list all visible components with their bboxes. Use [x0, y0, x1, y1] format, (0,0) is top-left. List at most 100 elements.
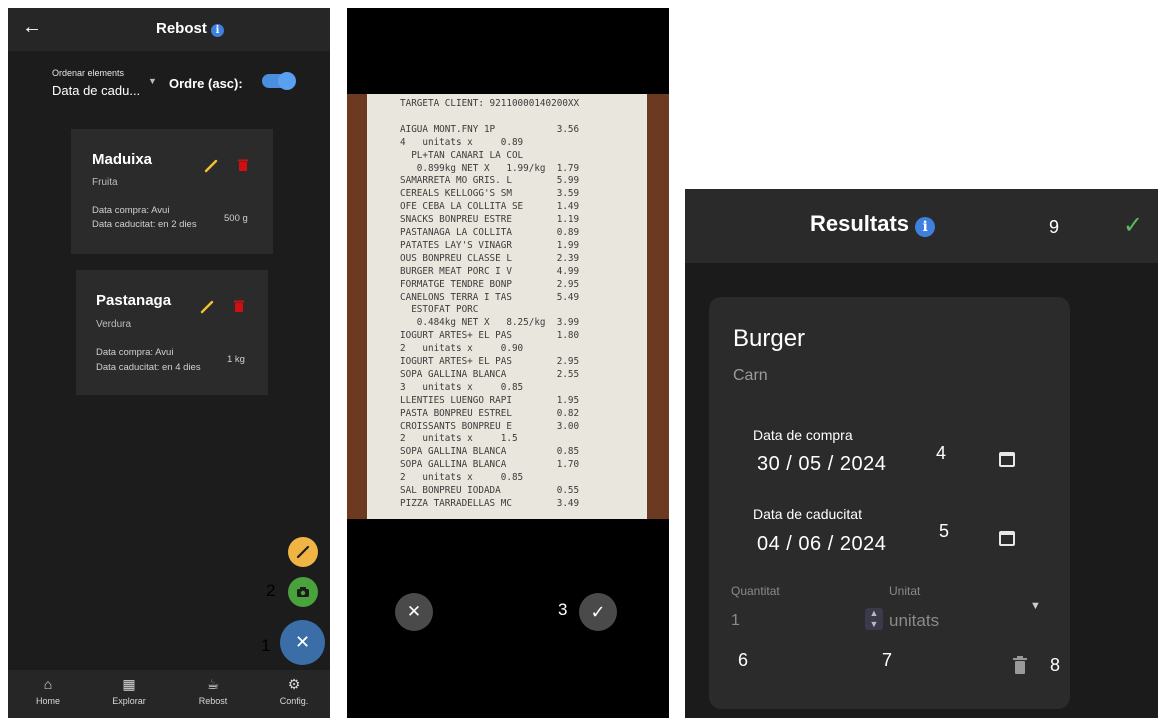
annotation-5: 5	[939, 521, 950, 541]
product-name: Burger	[733, 325, 806, 352]
bottom-nav: ⌂ Home ▦ Explorar ☕ Rebost ⚙ Config.	[8, 670, 330, 718]
nav-rebost[interactable]: ☕ Rebost	[183, 676, 243, 706]
expiry-date-label: Data de caducitat	[753, 506, 862, 522]
receipt-line: 0.899kg NET X 1.99/kg 1.79	[400, 162, 580, 174]
page-title: Rebost i	[156, 20, 225, 37]
expiry-date-field[interactable]: 04 / 06 / 2024	[757, 533, 886, 556]
receipt-line: LLENTIES LUENGO RAPI 1.95	[400, 394, 580, 406]
receipt-line: SAMARRETA MO GRIS. L 5.99	[400, 175, 580, 187]
camera-fab[interactable]	[288, 577, 318, 607]
item-expiry-date: Data caducitat: en 4 dies	[96, 362, 201, 373]
quantity-input[interactable]: 1	[731, 612, 740, 630]
nav-config[interactable]: ⚙ Config.	[264, 676, 324, 706]
annotation-3: 3	[558, 600, 568, 619]
receipt-line: PASTA BONPREU ESTREL 0.82	[400, 407, 580, 419]
home-icon: ⌂	[43, 676, 53, 692]
receipt-line: CEREALS KELLOGG'S SM 3.59	[400, 188, 580, 200]
receipt-line: 0.484kg NET X 8.25/kg 3.99	[400, 317, 580, 329]
receipt-line: TARGETA CLIENT: 92110000140200XX	[400, 98, 580, 109]
settings-icon: ⚙	[287, 676, 301, 692]
annotation-9: 9	[1049, 217, 1060, 237]
receipt-line: 2 unitats x 0.85	[400, 472, 524, 484]
receipt-line: SNACKS BONPREU ESTRE 1.19	[400, 214, 580, 226]
confirm-button[interactable]: ✓	[579, 593, 617, 631]
trash-icon[interactable]	[1012, 656, 1028, 675]
cancel-button[interactable]: ✕	[395, 593, 433, 631]
annotation-8: 8	[1050, 655, 1061, 675]
nav-explorar[interactable]: ▦ Explorar	[99, 676, 159, 706]
annotation-1: 1	[261, 636, 271, 655]
annotation-4: 4	[936, 443, 947, 463]
close-fab[interactable]: ✕	[280, 620, 325, 665]
back-arrow-icon[interactable]: ←	[22, 16, 42, 39]
unit-select[interactable]: unitats	[889, 611, 939, 631]
receipt-line: 3 unitats x 0.85	[400, 381, 524, 393]
product-category: Carn	[733, 367, 768, 384]
edit-fab[interactable]	[288, 537, 318, 567]
sort-label: Ordenar elements	[52, 68, 125, 78]
receipt-line: BURGER MEAT PORC I V 4.99	[400, 265, 580, 277]
item-name: Pastanaga	[96, 292, 172, 309]
receipt-line: SOPA GALLINA BLANCA 1.70	[400, 459, 580, 471]
chevron-down-icon[interactable]: ▼	[1030, 600, 1041, 612]
order-toggle[interactable]	[262, 72, 296, 90]
receipt-line: OUS BONPREU CLASSE L 2.39	[400, 252, 580, 264]
pantry-screen: ← Rebost i Ordenar elements Data de cadu…	[8, 8, 330, 718]
close-icon: ✕	[406, 602, 422, 621]
receipt-line: IOGURT ARTES+ EL PAS 2.95	[400, 356, 580, 367]
delete-icon[interactable]	[237, 158, 249, 172]
pantry-icon: ☕	[206, 676, 220, 692]
receipt-line: SAL BONPREU IODADA 0.55	[400, 485, 580, 496]
item-name: Maduixa	[92, 151, 153, 168]
receipt-line: 2 unitats x 1.5	[400, 433, 518, 445]
map-icon: ▦	[122, 676, 136, 692]
receipt-line: SOPA GALLINA BLANCA 2.55	[400, 368, 580, 380]
item-purchase-date: Data compra: Avui	[96, 347, 174, 358]
check-icon[interactable]: ✓	[1123, 211, 1143, 240]
calendar-icon[interactable]	[999, 452, 1015, 467]
info-icon[interactable]: i	[915, 217, 936, 237]
edit-icon[interactable]	[200, 300, 214, 314]
purchase-date-field[interactable]: 30 / 05 / 2024	[757, 453, 886, 476]
calendar-icon[interactable]	[999, 531, 1015, 546]
item-card[interactable]: Maduixa Fruita Data compra: Avui Data ca…	[71, 129, 273, 254]
annotation-7: 7	[882, 650, 893, 670]
purchase-date-label: Data de compra	[753, 427, 853, 443]
receipt-line: 4 unitats x 0.89	[400, 136, 524, 148]
receipt-line: PASTANAGA LA COLLITA 0.89	[400, 227, 580, 238]
delete-icon[interactable]	[233, 299, 245, 313]
result-card	[709, 297, 1070, 709]
receipt-line: SOPA GALLINA BLANCA 0.85	[400, 446, 580, 458]
stepper-icon[interactable]: ▲ ▼	[865, 608, 883, 630]
order-label: Ordre (asc):	[169, 76, 243, 91]
item-purchase-date: Data compra: Avui	[92, 205, 170, 216]
sort-select[interactable]: Data de cadu...	[52, 83, 140, 98]
item-category: Fruita	[92, 177, 118, 188]
receipt-line: CROISSANTS BONPREU E 3.00	[400, 420, 580, 432]
receipt-line: AIGUA MONT.FNY 1P 3.56	[400, 123, 580, 135]
pencil-icon	[296, 545, 310, 559]
receipt-line: PIZZA TARRADELLAS MC 3.49	[400, 497, 580, 509]
quantity-label: Quantitat	[731, 584, 780, 598]
chevron-down-icon[interactable]: ▼	[148, 76, 157, 86]
results-screen: Resultats i 9 ✓ Burger Carn Data de comp…	[685, 189, 1158, 718]
close-icon: ✕	[294, 632, 311, 652]
unit-label: Unitat	[889, 584, 921, 598]
receipt-line: OFE CEBA LA COLLITA SE 1.49	[400, 201, 580, 213]
info-icon[interactable]: i	[211, 24, 225, 37]
receipt-line: CANELONS TERRA I TAS 5.49	[400, 291, 580, 303]
edit-icon[interactable]	[204, 159, 218, 173]
annotation-2: 2	[266, 581, 276, 600]
check-icon: ✓	[590, 601, 606, 622]
item-quantity: 500 g	[224, 213, 248, 224]
item-card[interactable]: Pastanaga Verdura Data compra: Avui Data…	[76, 270, 268, 395]
nav-home[interactable]: ⌂ Home	[18, 676, 78, 706]
item-expiry-date: Data caducitat: en 2 dies	[92, 219, 197, 230]
annotation-6: 6	[738, 650, 749, 670]
receipt-line: 2 unitats x 0.90	[400, 343, 524, 355]
receipt-line: PL+TAN CANARI LA COL	[400, 149, 524, 161]
item-category: Verdura	[96, 319, 132, 330]
receipt-camera-screen: TARGETA CLIENT: 92110000140200XX AIGUA MO…	[347, 8, 669, 718]
receipt-line: ESTOFAT PORC	[400, 304, 479, 316]
toggle-knob	[278, 72, 296, 90]
